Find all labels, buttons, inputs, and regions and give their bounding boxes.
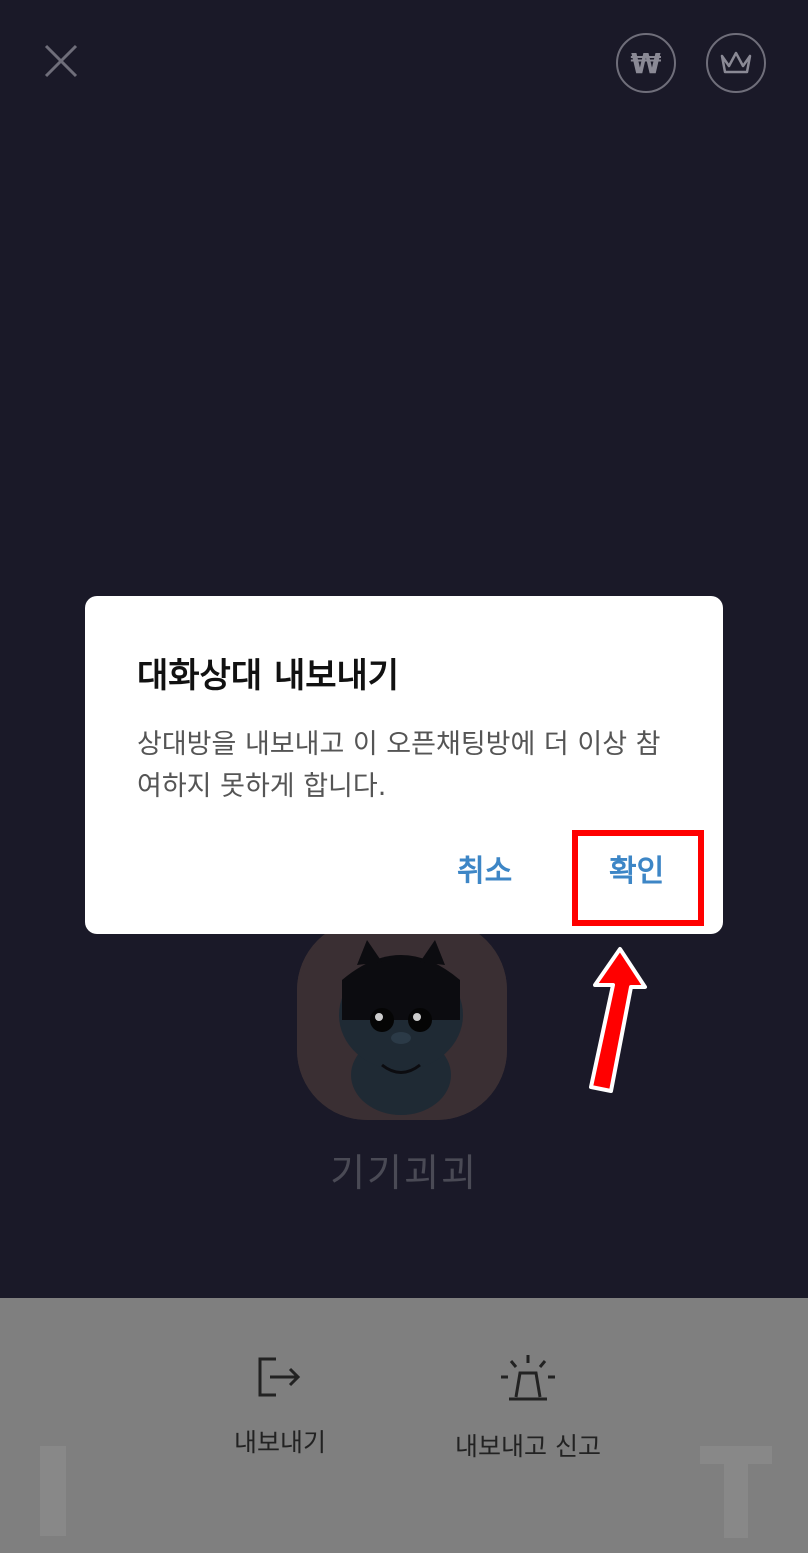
dialog-message: 상대방을 내보내고 이 오픈채팅방에 더 이상 참여하지 못하게 합니다. — [137, 729, 661, 802]
red-arrow-icon — [589, 947, 647, 1093]
cancel-button[interactable]: 취소 — [457, 846, 512, 890]
dialog-title: 대화상대 내보내기 — [137, 656, 400, 696]
highlight-box — [572, 830, 704, 926]
screen: ₩ 기기괴괴 내보내기 내보내고 신고 대화상대 내보내기 상대방을 내보내고 … — [0, 0, 808, 1553]
